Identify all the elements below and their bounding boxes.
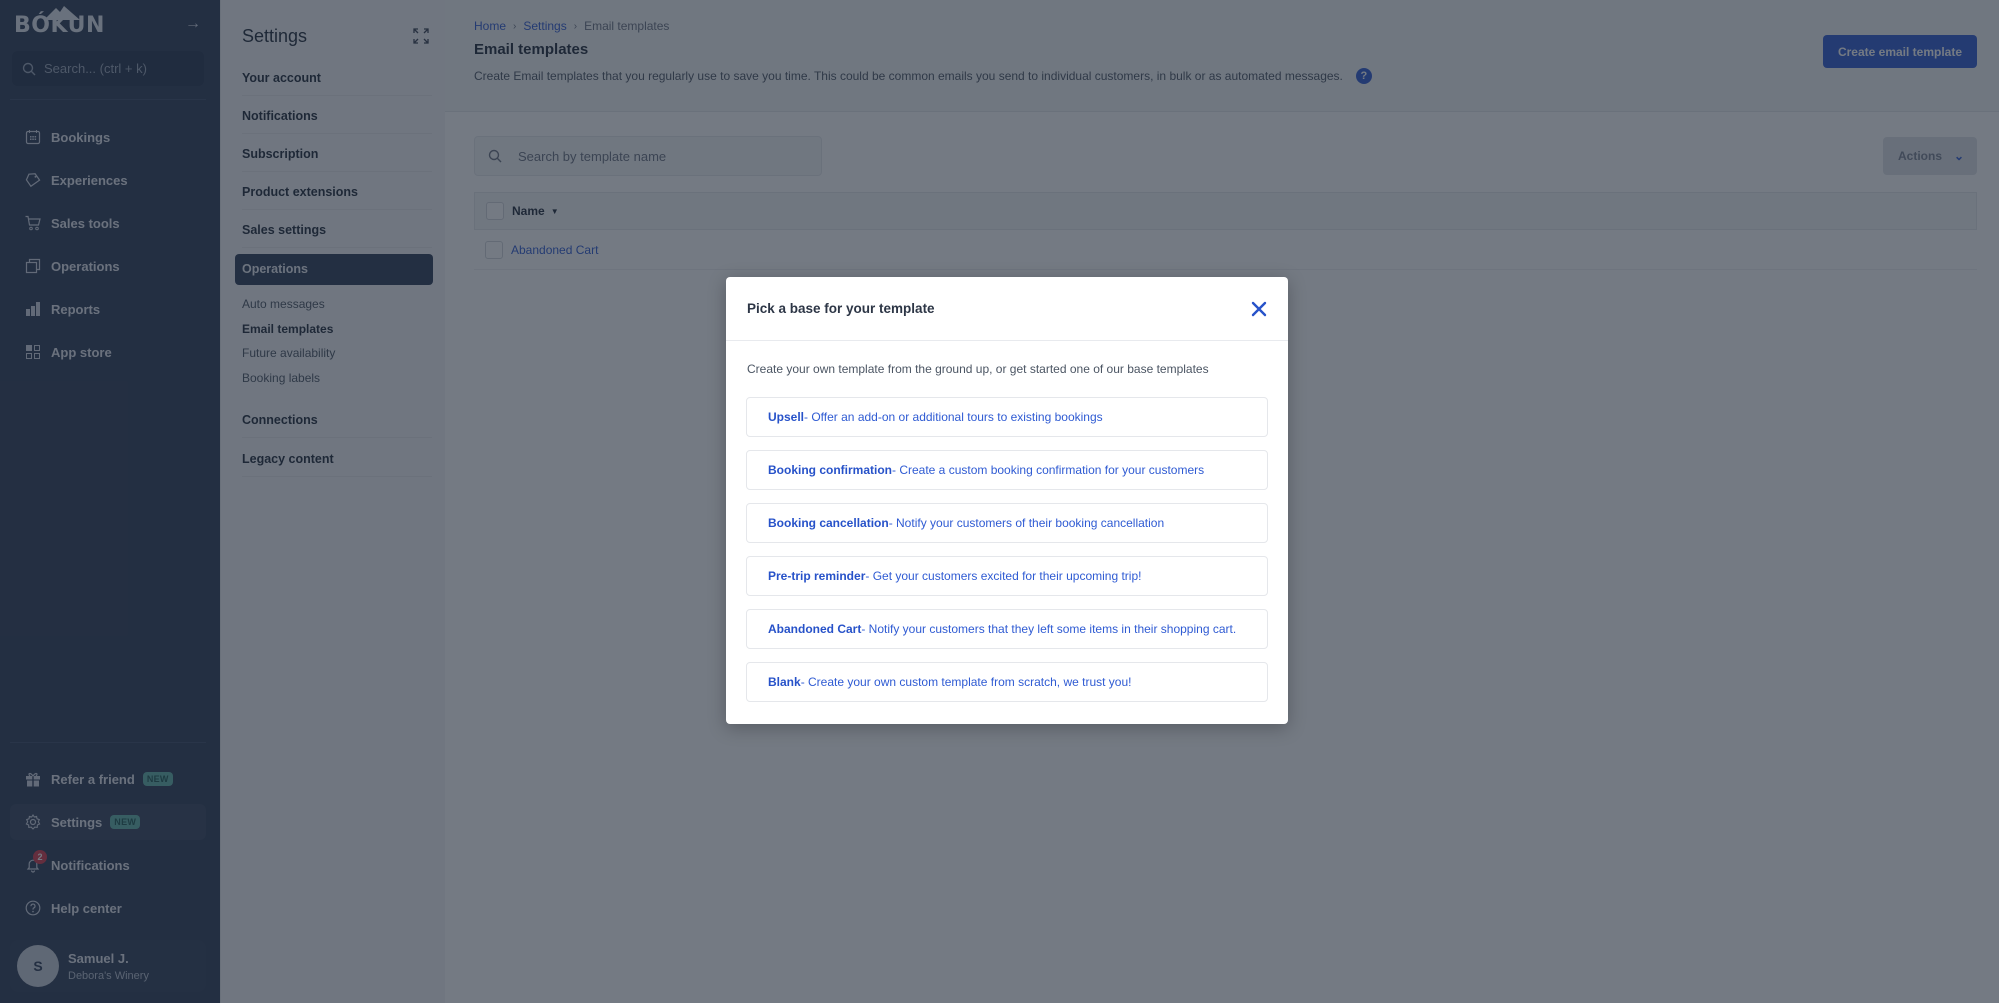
option-name: Pre-trip reminder	[768, 569, 866, 583]
option-description: - Get your customers excited for their u…	[865, 569, 1142, 583]
option-description: - Create your own custom template from s…	[800, 675, 1132, 689]
option-description: - Create a custom booking confirmation f…	[892, 463, 1205, 477]
modal-intro-text: Create your own template from the ground…	[747, 362, 1209, 376]
option-name: Abandoned Cart	[768, 622, 862, 636]
template-option-booking-confirmation[interactable]: Booking confirmation - Create a custom b…	[746, 450, 1268, 490]
close-modal-button[interactable]	[1249, 299, 1269, 319]
modal-header: Pick a base for your template	[726, 277, 1288, 341]
template-option-booking-cancellation[interactable]: Booking cancellation - Notify your custo…	[746, 503, 1268, 543]
template-option-upsell[interactable]: Upsell - Offer an add-on or additional t…	[746, 397, 1268, 437]
option-name: Blank	[768, 675, 801, 689]
option-name: Booking confirmation	[768, 463, 892, 477]
option-description: - Notify your customers that they left s…	[861, 622, 1237, 636]
pick-template-base-modal: Pick a base for your template Create you…	[726, 277, 1288, 724]
template-option-pre-trip-reminder[interactable]: Pre-trip reminder - Get your customers e…	[746, 556, 1268, 596]
option-description: - Offer an add-on or additional tours to…	[804, 410, 1103, 424]
modal-title: Pick a base for your template	[747, 301, 935, 316]
close-icon	[1251, 301, 1267, 317]
option-name: Upsell	[768, 410, 805, 424]
template-option-abandoned-cart[interactable]: Abandoned Cart - Notify your customers t…	[746, 609, 1268, 649]
option-description: - Notify your customers of their booking…	[888, 516, 1165, 530]
template-option-blank[interactable]: Blank - Create your own custom template …	[746, 662, 1268, 702]
option-name: Booking cancellation	[768, 516, 889, 530]
